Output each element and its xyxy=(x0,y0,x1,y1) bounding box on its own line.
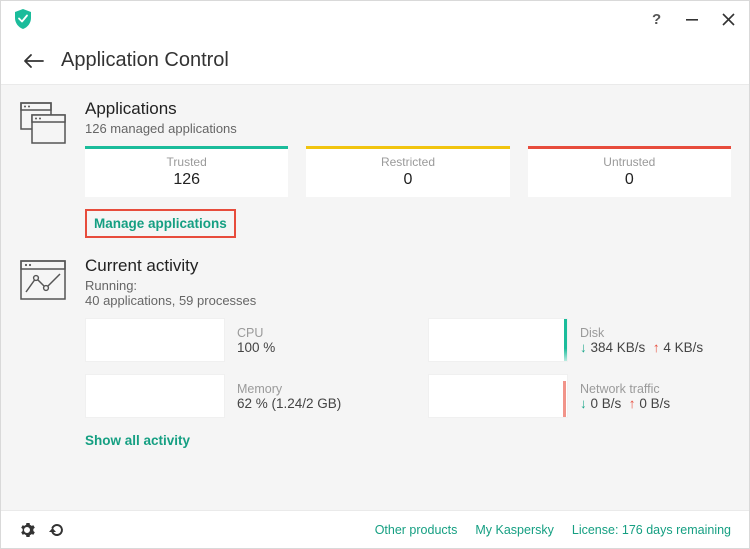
footer-left xyxy=(19,522,65,538)
arrow-down-icon: ↓ xyxy=(580,340,587,355)
back-arrow-icon[interactable] xyxy=(21,49,45,73)
application-tiles: Trusted 126 Restricted 0 Untrusted 0 xyxy=(85,146,731,197)
my-kaspersky-link[interactable]: My Kaspersky xyxy=(475,523,554,537)
metric-memory: Memory 62 % (1.24/2 GB) xyxy=(85,374,388,418)
network-down: 0 B/s xyxy=(591,396,622,411)
other-products-link[interactable]: Other products xyxy=(375,523,458,537)
disk-text: Disk ↓ 384 KB/s ↑ 4 KB/s xyxy=(580,326,703,355)
memory-chart xyxy=(85,374,225,418)
content: Applications 126 managed applications Tr… xyxy=(1,85,749,510)
memory-label: Memory xyxy=(237,382,341,396)
close-icon[interactable] xyxy=(721,12,735,26)
tile-restricted-label: Restricted xyxy=(381,155,435,169)
disk-down: 384 KB/s xyxy=(591,340,646,355)
applications-icon xyxy=(19,99,67,147)
disk-label: Disk xyxy=(580,326,703,340)
tile-trusted-value: 126 xyxy=(173,171,200,189)
arrow-up-icon: ↑ xyxy=(629,396,636,411)
tile-restricted[interactable]: Restricted 0 xyxy=(306,146,509,197)
header: Application Control xyxy=(1,37,749,85)
arrow-down-icon: ↓ xyxy=(580,396,587,411)
metric-disk: Disk ↓ 384 KB/s ↑ 4 KB/s xyxy=(428,318,731,362)
memory-value: 62 % (1.24/2 GB) xyxy=(237,396,341,411)
minimize-icon[interactable] xyxy=(685,12,699,26)
footer: Other products My Kaspersky License: 176… xyxy=(1,510,749,548)
arrow-up-icon: ↑ xyxy=(653,340,660,355)
cpu-text: CPU 100 % xyxy=(237,326,275,355)
tile-restricted-value: 0 xyxy=(404,171,413,189)
manage-applications-link[interactable]: Manage applications xyxy=(85,209,236,238)
cpu-chart xyxy=(85,318,225,362)
metric-cpu: CPU 100 % xyxy=(85,318,388,362)
activity-body: Current activity Running: 40 application… xyxy=(85,256,731,450)
show-all-activity-link[interactable]: Show all activity xyxy=(85,433,190,448)
page-title: Application Control xyxy=(61,49,229,72)
activity-running-label: Running: xyxy=(85,278,731,293)
kaspersky-shield-icon xyxy=(13,7,33,31)
activity-running-detail: 40 applications, 59 processes xyxy=(85,293,731,308)
titlebar-left xyxy=(13,7,33,31)
disk-value: ↓ 384 KB/s ↑ 4 KB/s xyxy=(580,340,703,355)
cpu-value: 100 % xyxy=(237,340,275,355)
disk-chart xyxy=(428,318,568,362)
license-link[interactable]: License: 176 days remaining xyxy=(572,523,731,537)
tile-untrusted-value: 0 xyxy=(625,171,634,189)
applications-body: Applications 126 managed applications Tr… xyxy=(85,99,731,238)
tile-untrusted-label: Untrusted xyxy=(603,155,655,169)
disk-up: 4 KB/s xyxy=(663,340,703,355)
svg-text:?: ? xyxy=(652,11,661,27)
applications-section: Applications 126 managed applications Tr… xyxy=(19,99,731,238)
network-label: Network traffic xyxy=(580,382,670,396)
network-value: ↓ 0 B/s ↑ 0 B/s xyxy=(580,396,670,411)
activity-title: Current activity xyxy=(85,256,731,276)
tile-trusted[interactable]: Trusted 126 xyxy=(85,146,288,197)
refresh-icon[interactable] xyxy=(49,522,65,538)
memory-text: Memory 62 % (1.24/2 GB) xyxy=(237,382,341,411)
network-up: 0 B/s xyxy=(639,396,670,411)
tile-trusted-label: Trusted xyxy=(167,155,207,169)
applications-title: Applications xyxy=(85,99,731,119)
help-icon[interactable]: ? xyxy=(649,12,663,26)
titlebar: ? xyxy=(1,1,749,37)
cpu-label: CPU xyxy=(237,326,275,340)
network-text: Network traffic ↓ 0 B/s ↑ 0 B/s xyxy=(580,382,670,411)
footer-right: Other products My Kaspersky License: 176… xyxy=(375,523,731,537)
network-chart xyxy=(428,374,568,418)
applications-subtitle: 126 managed applications xyxy=(85,121,731,136)
titlebar-right: ? xyxy=(649,12,735,26)
app-window: ? Application Control Applications 126 m… xyxy=(0,0,750,549)
activity-grid: CPU 100 % Disk ↓ 384 KB/s ↑ 4 KB/s xyxy=(85,318,731,418)
activity-section: Current activity Running: 40 application… xyxy=(19,256,731,450)
tile-untrusted[interactable]: Untrusted 0 xyxy=(528,146,731,197)
gear-icon[interactable] xyxy=(19,522,35,538)
metric-network: Network traffic ↓ 0 B/s ↑ 0 B/s xyxy=(428,374,731,418)
activity-icon xyxy=(19,256,67,304)
